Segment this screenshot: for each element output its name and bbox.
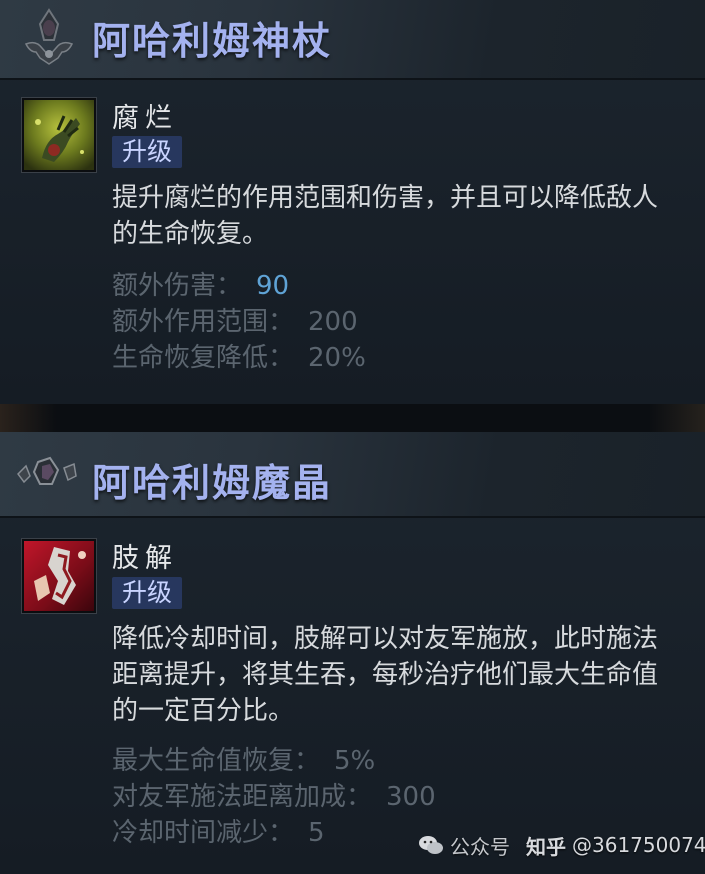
watermark-handle: @361750074	[572, 833, 705, 857]
shard-header: 阿哈利姆魔晶	[0, 432, 705, 518]
stat-row-max-health-regen: 最大生命值恢复： 5%	[112, 743, 436, 779]
rot-upgrade-badge: 升级	[112, 136, 183, 168]
stat-row-regen-reduction: 生命恢复降低： 20%	[112, 340, 366, 376]
stat-label: 生命恢复降低：	[112, 343, 295, 373]
dismember-upgrade-badge: 升级	[112, 577, 183, 609]
stat-value: 5%	[334, 746, 376, 776]
stat-value: 300	[386, 782, 436, 812]
aghanims-scepter-icon	[18, 6, 80, 68]
shard-tooltip-panel: 阿哈利姆魔晶 肢解 升级 降低冷却时间，肢解可以对友军施放，此时施法距离提升，将…	[0, 432, 705, 874]
wechat-icon	[418, 834, 444, 856]
stat-row-bonus-radius: 额外作用范围： 200	[112, 304, 366, 340]
scepter-header: 阿哈利姆神杖	[0, 0, 705, 80]
scepter-title: 阿哈利姆神杖	[92, 19, 333, 63]
rot-ability-icon	[22, 98, 96, 172]
stat-label: 额外伤害：	[112, 271, 243, 301]
dismember-description: 降低冷却时间，肢解可以对友军施放，此时施法距离提升，将其生吞，每秒治疗他们最大生…	[112, 624, 659, 726]
stat-label: 对友军施法距离加成：	[112, 782, 373, 812]
panel-divider	[0, 404, 705, 432]
stat-row-bonus-damage: 额外伤害： 90	[112, 268, 366, 304]
rot-description: 提升腐烂的作用范围和伤害，并且可以降低敌人的生命恢复。	[112, 183, 659, 249]
stat-value: 20%	[308, 343, 366, 373]
stat-value: 200	[308, 307, 358, 337]
aghanims-shard-icon	[14, 454, 80, 494]
dismember-stats: 最大生命值恢复： 5% 对友军施法距离加成： 300 冷却时间减少： 5	[112, 743, 436, 851]
dismember-ability-icon	[22, 539, 96, 613]
stat-row-cooldown-reduction: 冷却时间减少： 5	[112, 815, 436, 851]
watermark: 公众号 知乎 @361750074	[418, 830, 705, 860]
watermark-site: 知乎	[526, 834, 566, 859]
rot-ability-name: 腐烂	[112, 103, 178, 134]
stat-label: 额外作用范围：	[112, 307, 295, 337]
stat-value: 5	[308, 818, 325, 848]
dismember-ability-name: 肢解	[112, 543, 178, 574]
shard-title: 阿哈利姆魔晶	[92, 461, 333, 505]
scepter-tooltip-panel: 阿哈利姆神杖 腐烂 升级 提升腐烂的作用范围和伤害，并且可以降低敌人的生命恢复。…	[0, 0, 705, 404]
rot-stats: 额外伤害： 90 额外作用范围： 200 生命恢复降低： 20%	[112, 268, 366, 376]
stat-label: 冷却时间减少：	[112, 818, 295, 848]
stat-value: 90	[256, 271, 290, 301]
stat-row-ally-cast-range: 对友军施法距离加成： 300	[112, 779, 436, 815]
watermark-account: 公众号	[450, 834, 510, 859]
stat-label: 最大生命值恢复：	[112, 746, 321, 776]
